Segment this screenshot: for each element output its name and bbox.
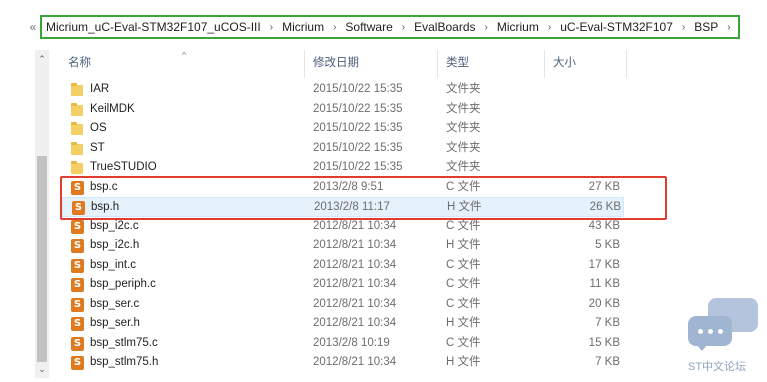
file-size: 11 KB bbox=[589, 278, 620, 290]
folder-icon bbox=[71, 102, 85, 117]
chat-bubble-icon bbox=[688, 316, 732, 346]
folder-icon bbox=[71, 82, 85, 97]
watermark-label: ST中文论坛 bbox=[688, 361, 747, 373]
column-size[interactable]: 大小 bbox=[545, 50, 627, 78]
file-type: H 文件 bbox=[446, 356, 481, 368]
file-name: KeilMDK bbox=[90, 102, 135, 115]
file-type: H 文件 bbox=[446, 239, 481, 251]
sublime-file-icon: S bbox=[71, 297, 85, 312]
file-name: bsp_i2c.h bbox=[90, 239, 140, 251]
scroll-down-icon[interactable]: ⌄ bbox=[35, 362, 49, 376]
sublime-file-icon: S bbox=[71, 277, 85, 292]
file-date: 2015/10/22 15:35 bbox=[313, 102, 403, 115]
file-size: 20 KB bbox=[588, 297, 620, 310]
file-row[interactable]: Sbsp_ser.c 2012/8/21 10:34 C 文件 20 KB bbox=[62, 295, 624, 315]
highlight-box-red bbox=[60, 176, 667, 220]
file-name: bsp_ser.h bbox=[90, 317, 140, 329]
file-type: H 文件 bbox=[446, 317, 481, 329]
file-date: 2015/10/22 15:35 bbox=[313, 141, 403, 154]
watermark-logo: ST中文论坛 bbox=[684, 298, 764, 380]
sublime-file-icon: S bbox=[71, 258, 85, 273]
file-date: 2012/8/21 10:34 bbox=[313, 239, 397, 251]
folder-icon bbox=[71, 121, 85, 136]
scrollbar-thumb[interactable] bbox=[37, 156, 47, 362]
file-name: OS bbox=[90, 122, 107, 134]
file-date: 2012/8/21 10:34 bbox=[313, 278, 397, 290]
highlight-box-green bbox=[40, 15, 740, 39]
folder-icon bbox=[71, 141, 85, 156]
file-date: 2012/8/21 10:34 bbox=[313, 317, 397, 329]
file-size: 5 KB bbox=[595, 239, 620, 251]
scroll-up-icon[interactable]: ⌃ bbox=[35, 52, 49, 66]
file-size: 7 KB bbox=[595, 317, 620, 329]
file-name: bsp_stlm75.h bbox=[90, 356, 159, 368]
file-type: 文件夹 bbox=[446, 141, 481, 154]
sublime-file-icon: S bbox=[71, 336, 85, 351]
file-type: 文件夹 bbox=[446, 161, 481, 173]
file-row[interactable]: IAR 2015/10/22 15:35 文件夹 bbox=[62, 80, 624, 100]
file-date: 2015/10/22 15:35 bbox=[313, 161, 403, 173]
file-row[interactable]: KeilMDK 2015/10/22 15:35 文件夹 bbox=[62, 100, 624, 120]
file-row[interactable]: Sbsp_stlm75.c 2013/2/8 10:19 C 文件 15 KB bbox=[62, 334, 624, 354]
file-type: 文件夹 bbox=[446, 83, 481, 95]
sublime-file-icon: S bbox=[71, 219, 85, 234]
file-name: bsp_ser.c bbox=[90, 297, 140, 310]
file-size: 17 KB bbox=[588, 258, 620, 271]
file-name: TrueSTUDIO bbox=[90, 161, 157, 173]
column-type[interactable]: 类型 bbox=[438, 50, 545, 78]
file-type: C 文件 bbox=[446, 258, 481, 271]
file-row[interactable]: Sbsp_ser.h 2012/8/21 10:34 H 文件 7 KB bbox=[62, 314, 624, 334]
file-size: 7 KB bbox=[595, 356, 620, 368]
file-name: bsp_stlm75.c bbox=[90, 336, 158, 349]
file-row[interactable]: ST 2015/10/22 15:35 文件夹 bbox=[62, 139, 624, 159]
sublime-file-icon: S bbox=[71, 238, 85, 253]
file-row[interactable]: TrueSTUDIO 2015/10/22 15:35 文件夹 bbox=[62, 158, 624, 178]
file-type: 文件夹 bbox=[446, 122, 481, 134]
sort-ascending-icon: ^ bbox=[182, 50, 187, 60]
file-date: 2015/10/22 15:35 bbox=[313, 122, 403, 134]
file-date: 2015/10/22 15:35 bbox=[313, 83, 403, 95]
column-date[interactable]: 修改日期 bbox=[305, 50, 438, 78]
file-type: C 文件 bbox=[446, 336, 481, 349]
file-date: 2013/2/8 10:19 bbox=[313, 336, 390, 349]
file-type: C 文件 bbox=[446, 278, 481, 290]
file-type: 文件夹 bbox=[446, 102, 481, 115]
file-size: 15 KB bbox=[588, 336, 620, 349]
column-header: 名称 ^ 修改日期 类型 大小 bbox=[60, 50, 630, 78]
file-row[interactable]: Sbsp_periph.c 2012/8/21 10:34 C 文件 11 KB bbox=[62, 275, 624, 295]
sublime-file-icon: S bbox=[71, 355, 85, 370]
folder-icon bbox=[71, 160, 85, 175]
file-name: bsp_periph.c bbox=[90, 278, 156, 290]
file-date: 2012/8/21 10:34 bbox=[313, 258, 397, 271]
file-date: 2012/8/21 10:34 bbox=[313, 356, 397, 368]
file-name: ST bbox=[90, 141, 105, 154]
file-type: C 文件 bbox=[446, 297, 481, 310]
vertical-scrollbar[interactable]: ⌃ ⌄ bbox=[35, 50, 49, 378]
file-name: IAR bbox=[90, 83, 110, 95]
file-row[interactable]: Sbsp_int.c 2012/8/21 10:34 C 文件 17 KB bbox=[62, 256, 624, 276]
file-row[interactable]: OS 2015/10/22 15:35 文件夹 bbox=[62, 119, 624, 139]
file-row[interactable]: Sbsp_stlm75.h 2012/8/21 10:34 H 文件 7 KB bbox=[62, 353, 624, 373]
sublime-file-icon: S bbox=[71, 316, 85, 331]
file-row[interactable]: Sbsp_i2c.h 2012/8/21 10:34 H 文件 5 KB bbox=[62, 236, 624, 256]
file-name: bsp_int.c bbox=[90, 258, 137, 271]
file-date: 2012/8/21 10:34 bbox=[313, 297, 397, 310]
